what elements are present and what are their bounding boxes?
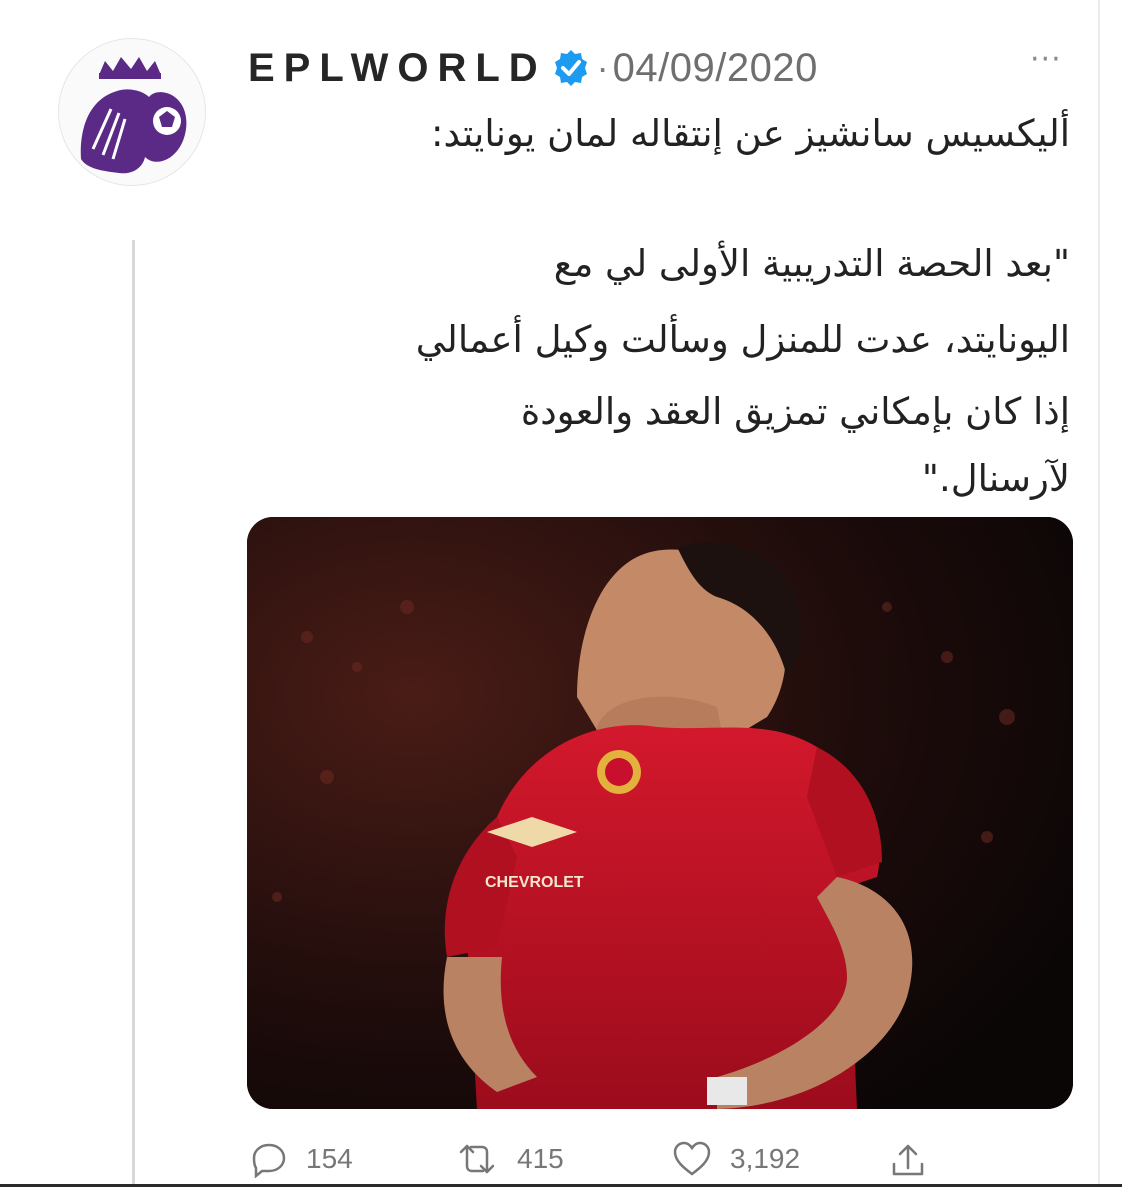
username[interactable]: EPLWORLD (248, 46, 547, 91)
tweet-header: EPLWORLD · 04/09/2020 (248, 38, 818, 98)
header-separator: · (596, 47, 609, 88)
share-icon (892, 1144, 924, 1176)
verified-badge-icon (551, 48, 591, 88)
tweet-photo[interactable]: CHEVROLET (247, 517, 1073, 1109)
premier-league-lion-logo (80, 57, 187, 174)
jersey-sponsor: CHEVROLET (485, 874, 584, 891)
like-count: 3,192 (730, 1143, 801, 1174)
avatar[interactable] (58, 38, 206, 186)
tweet-actions: 154 415 3,192 (240, 1140, 960, 1190)
reply-icon (252, 1143, 286, 1178)
like-button[interactable]: 3,192 (672, 1140, 800, 1178)
tweet-text-line: أليكسيس سانشيز عن إنتقاله لمان يونايتد: (431, 112, 1070, 155)
tweet-text-line: اليونايتد، عدت للمنزل وسألت وكيل أعمالي (415, 318, 1070, 361)
share-button[interactable] (888, 1140, 946, 1180)
reply-button[interactable]: 154 (250, 1140, 353, 1178)
retweet-button[interactable]: 415 (455, 1140, 564, 1178)
tweet-text-line: لآرسنال." (921, 457, 1070, 500)
thread-line (132, 240, 135, 1186)
retweet-count: 415 (517, 1143, 564, 1174)
more-options-icon[interactable]: ··· (1030, 42, 1062, 77)
tweet-text-line: "بعد الحصة التدريبية الأولى لي مع (553, 242, 1070, 285)
tweet-text-line: إذا كان بإمكاني تمزيق العقد والعودة (520, 390, 1070, 433)
card-border (1098, 0, 1100, 1187)
retweet-icon (459, 1144, 495, 1174)
heart-icon (673, 1141, 711, 1176)
tweet-date[interactable]: 04/09/2020 (613, 46, 818, 91)
tweet-card: EPLWORLD · 04/09/2020 ··· أليكسيس سانشيز… (0, 0, 1122, 1187)
reply-count: 154 (306, 1143, 353, 1174)
